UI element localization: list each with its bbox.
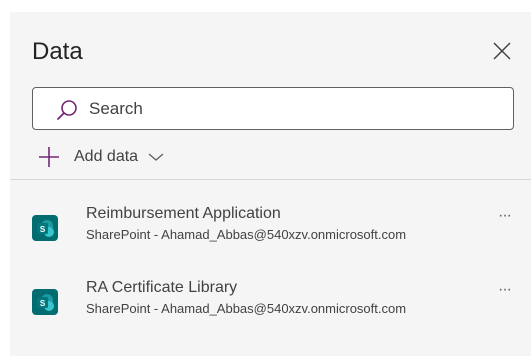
- search-input[interactable]: [89, 88, 499, 129]
- data-source-name: RA Certificate Library: [86, 279, 238, 296]
- add-data-button[interactable]: Add data: [38, 144, 164, 170]
- data-source-item[interactable]: S RA Certificate Library SharePoint - Ah…: [10, 276, 531, 332]
- panel-title: Data: [32, 38, 83, 65]
- chevron-down-icon: [148, 153, 164, 161]
- svg-text:S: S: [40, 299, 46, 308]
- svg-text:S: S: [40, 225, 46, 234]
- data-source-item[interactable]: S Reimbursement Application SharePoint -…: [10, 202, 531, 258]
- sharepoint-icon: S: [32, 289, 58, 315]
- more-options-button[interactable]: ···: [498, 281, 518, 299]
- search-box[interactable]: [32, 87, 514, 130]
- data-source-subtitle: SharePoint - Ahamad_Abbas@540xzv.onmicro…: [86, 301, 407, 316]
- plus-icon: [39, 147, 59, 167]
- divider: [10, 179, 531, 180]
- data-source-subtitle: SharePoint - Ahamad_Abbas@540xzv.onmicro…: [86, 227, 407, 242]
- add-data-label: Add data: [74, 148, 139, 165]
- search-icon: [57, 100, 77, 120]
- data-panel: Data Add data S Reimburse: [10, 12, 531, 356]
- data-source-name: Reimbursement Application: [86, 205, 281, 222]
- more-options-button[interactable]: ···: [498, 207, 518, 225]
- close-button[interactable]: [488, 37, 516, 65]
- sharepoint-icon: S: [32, 215, 58, 241]
- close-icon: [493, 42, 511, 60]
